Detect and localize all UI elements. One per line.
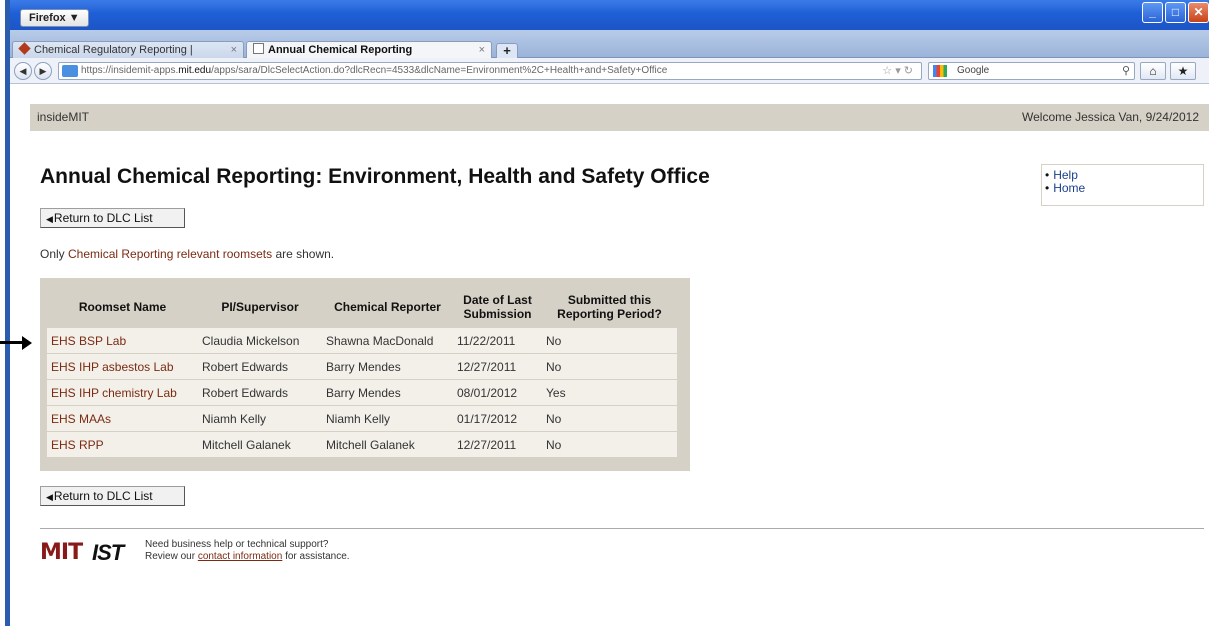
- site-header: insideMIT Welcome Jessica Van, 9/24/2012: [30, 104, 1209, 131]
- date-cell: 12/27/2011: [453, 354, 542, 380]
- forward-button[interactable]: ▶: [34, 62, 52, 80]
- date-cell: 08/01/2012: [453, 380, 542, 406]
- table-row: EHS IHP asbestos Lab Robert Edwards Barr…: [47, 354, 677, 380]
- mit-logo: MIT: [40, 540, 83, 565]
- roomset-table: Roomset Name PI/Supervisor Chemical Repo…: [47, 285, 677, 458]
- welcome-message: Welcome Jessica Van, 9/24/2012: [1022, 110, 1199, 124]
- bookmark-star-icon[interactable]: ☆ ▾ ↻: [882, 63, 913, 79]
- roomset-link[interactable]: EHS IHP asbestos Lab: [51, 360, 174, 374]
- maximize-button[interactable]: □: [1165, 2, 1186, 23]
- submitted-cell: Yes: [542, 380, 677, 406]
- home-button[interactable]: ⌂: [1140, 62, 1166, 80]
- table-row: EHS RPP Mitchell Galanek Mitchell Galane…: [47, 432, 677, 458]
- navigation-bar: ◀ ▶ https://insidemit-apps.mit.edu/apps/…: [10, 58, 1209, 84]
- help-links-box: • Help • Home: [1041, 164, 1204, 206]
- google-icon: [933, 65, 947, 77]
- tab-bar: Chemical Regulatory Reporting | × Annual…: [10, 30, 1209, 59]
- submitted-cell: No: [542, 354, 677, 380]
- reporter-cell: Niamh Kelly: [322, 406, 453, 432]
- date-cell: 12/27/2011: [453, 432, 542, 458]
- page-title: Annual Chemical Reporting: Environment, …: [40, 165, 710, 188]
- site-brand: insideMIT: [37, 110, 90, 124]
- submitted-cell: No: [542, 406, 677, 432]
- url-bar[interactable]: https://insidemit-apps.mit.edu/apps/sara…: [58, 62, 922, 80]
- lock-icon: [62, 65, 78, 77]
- home-link[interactable]: • Home: [1045, 182, 1203, 195]
- table-header-row: Roomset Name PI/Supervisor Chemical Repo…: [47, 285, 677, 328]
- window-titlebar: Firefox ▼ _ □ ✕: [10, 0, 1209, 30]
- roomset-table-container: Roomset Name PI/Supervisor Chemical Repo…: [40, 278, 690, 471]
- submitted-cell: No: [542, 328, 677, 354]
- roomset-note: Only Chemical Reporting relevant roomset…: [40, 247, 335, 261]
- minimize-button[interactable]: _: [1142, 2, 1163, 23]
- date-cell: 11/22/2011: [453, 328, 542, 354]
- col-submitted-this-period: Submitted this Reporting Period?: [542, 285, 677, 328]
- pointer-arrow: [0, 341, 24, 344]
- footer-divider: [40, 528, 1204, 529]
- tab-label: Chemical Regulatory Reporting |: [34, 44, 193, 56]
- mit-favicon-icon: [18, 42, 31, 55]
- triangle-left-icon: ◀: [46, 214, 53, 224]
- desktop-taskbar-edge: [5, 0, 10, 626]
- footer-support-text: Need business help or technical support?…: [145, 539, 350, 562]
- button-label: Return to DLC List: [53, 489, 153, 503]
- ist-logo: IST: [92, 540, 124, 565]
- table-row: EHS IHP chemistry Lab Robert Edwards Bar…: [47, 380, 677, 406]
- pi-cell: Mitchell Galanek: [198, 432, 322, 458]
- tab-label: Annual Chemical Reporting: [268, 44, 413, 56]
- roomset-link[interactable]: EHS RPP: [51, 438, 104, 452]
- reporter-cell: Shawna MacDonald: [322, 328, 453, 354]
- close-tab-icon[interactable]: ×: [479, 42, 485, 59]
- close-tab-icon[interactable]: ×: [231, 42, 237, 59]
- window-controls: _ □ ✕: [1142, 2, 1209, 23]
- col-date-of-last-submission: Date of Last Submission: [453, 285, 542, 328]
- reporter-cell: Barry Mendes: [322, 354, 453, 380]
- date-cell: 01/17/2012: [453, 406, 542, 432]
- triangle-left-icon: ◀: [46, 492, 53, 502]
- col-pi-supervisor: PI/Supervisor: [198, 285, 322, 328]
- search-box[interactable]: Google ⚲: [928, 62, 1135, 80]
- submitted-cell: No: [542, 432, 677, 458]
- pointer-arrow-head: [22, 336, 32, 350]
- firefox-menu-button[interactable]: Firefox ▼: [20, 9, 89, 27]
- roomset-link[interactable]: EHS BSP Lab: [51, 334, 126, 348]
- page-favicon-icon: [253, 43, 264, 54]
- contact-information-link[interactable]: contact information: [198, 551, 283, 562]
- button-label: Return to DLC List: [53, 211, 153, 225]
- close-window-button[interactable]: ✕: [1188, 2, 1209, 23]
- pi-cell: Robert Edwards: [198, 380, 322, 406]
- bookmarks-button[interactable]: ★: [1170, 62, 1196, 80]
- reporter-cell: Mitchell Galanek: [322, 432, 453, 458]
- tab-chemical-regulatory-reporting[interactable]: Chemical Regulatory Reporting | ×: [12, 41, 244, 59]
- url-host: mit.edu: [178, 65, 212, 76]
- roomset-link[interactable]: EHS MAAs: [51, 412, 111, 426]
- url-path: /apps/sara/DlcSelectAction.do?dlcRecn=45…: [211, 65, 668, 76]
- reporter-cell: Barry Mendes: [322, 380, 453, 406]
- col-roomset-name: Roomset Name: [47, 285, 198, 328]
- col-chemical-reporter: Chemical Reporter: [322, 285, 453, 328]
- new-tab-button[interactable]: +: [496, 43, 518, 59]
- table-row: EHS BSP Lab Claudia Mickelson Shawna Mac…: [47, 328, 677, 354]
- return-to-dlc-list-button-bottom[interactable]: ◀Return to DLC List: [40, 486, 185, 506]
- search-engine-label: Google: [957, 65, 990, 76]
- roomset-link[interactable]: EHS IHP chemistry Lab: [51, 386, 177, 400]
- tab-annual-chemical-reporting[interactable]: Annual Chemical Reporting ×: [246, 41, 492, 59]
- search-icon[interactable]: ⚲: [1122, 63, 1130, 79]
- url-prefix: https://insidemit-apps.: [81, 65, 179, 76]
- pi-cell: Niamh Kelly: [198, 406, 322, 432]
- table-row: EHS MAAs Niamh Kelly Niamh Kelly 01/17/2…: [47, 406, 677, 432]
- chemical-reporting-roomsets-link[interactable]: Chemical Reporting relevant roomsets: [68, 247, 272, 261]
- pi-cell: Robert Edwards: [198, 354, 322, 380]
- return-to-dlc-list-button[interactable]: ◀Return to DLC List: [40, 208, 185, 228]
- pi-cell: Claudia Mickelson: [198, 328, 322, 354]
- back-button[interactable]: ◀: [14, 62, 32, 80]
